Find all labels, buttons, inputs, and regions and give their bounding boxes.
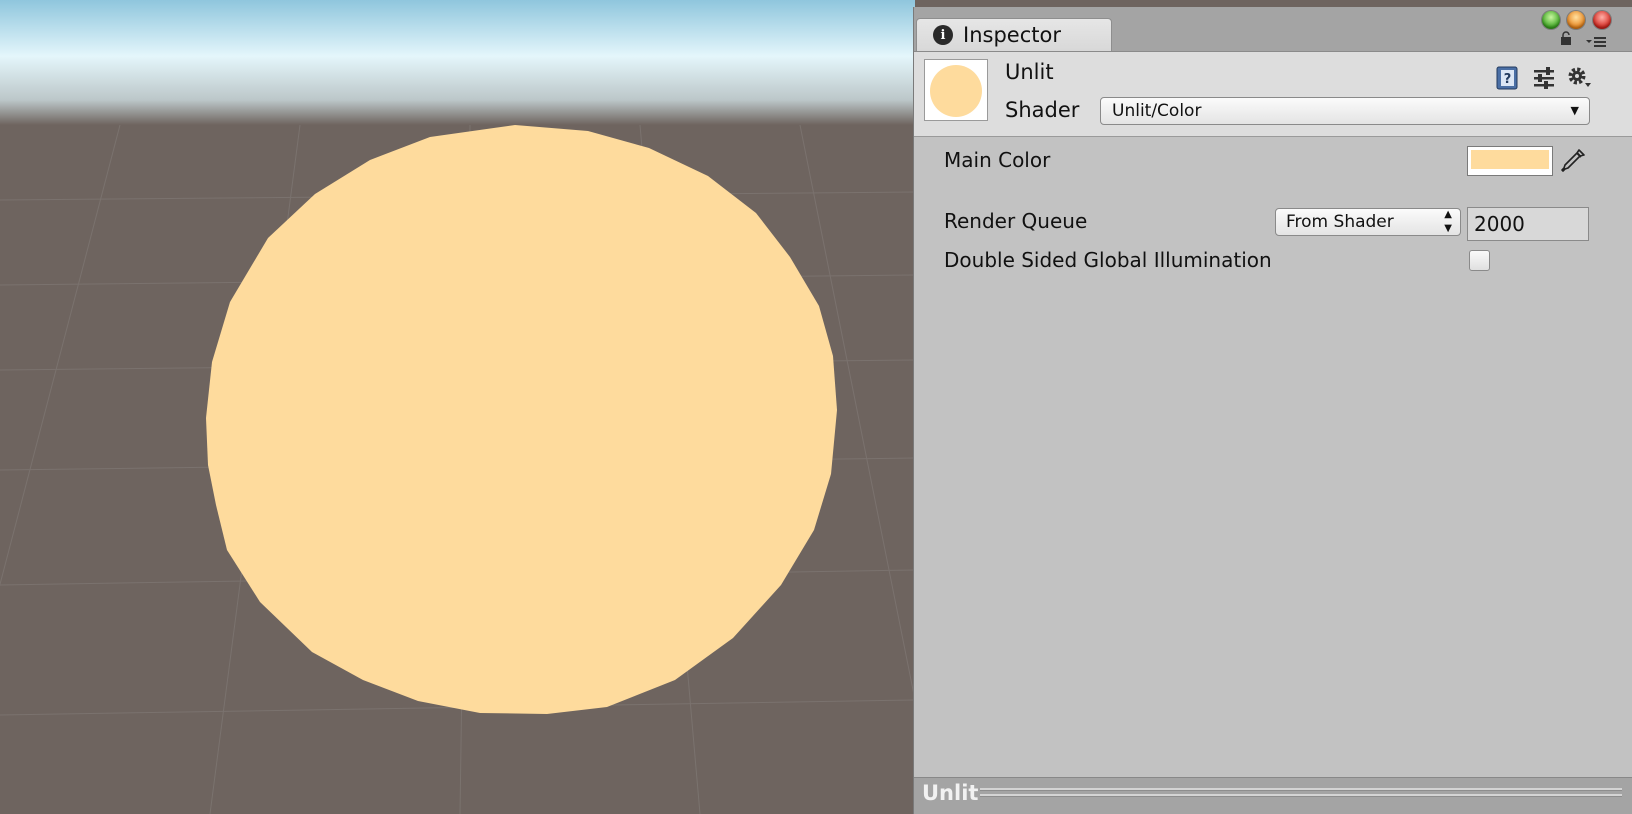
eyedropper-icon[interactable] [1559,147,1587,175]
material-name: Unlit [1005,60,1054,84]
material-preview [924,59,988,121]
shader-dropdown[interactable]: Unlit/Color ▼ [1100,97,1590,125]
tab-inspector[interactable]: i Inspector [916,18,1112,51]
tab-label: Inspector [963,23,1061,47]
resize-grip[interactable] [980,788,1622,800]
double-sided-gi-label: Double Sided Global Illumination [944,248,1272,272]
scene-canvas [0,0,915,814]
render-queue-dropdown[interactable]: From Shader ▲ ▼ [1275,208,1461,236]
footer-label: Unlit [922,781,979,805]
sphere [206,125,837,714]
maximize-button[interactable] [1542,11,1560,29]
render-queue-label: Render Queue [944,209,1088,233]
shader-value: Unlit/Color [1112,101,1202,121]
main-color-field[interactable] [1467,146,1553,176]
updown-arrows-icon: ▲ ▼ [1444,209,1452,234]
help-book-icon[interactable]: ? [1494,65,1520,91]
shader-label: Shader [1005,98,1080,122]
scene-viewport[interactable] [0,0,915,814]
main-color-label: Main Color [944,148,1051,172]
material-header: Unlit Shader Unlit/Color ▼ ? [914,52,1632,137]
lock-icon[interactable] [1560,31,1572,45]
inspector-titlebar: i Inspector [914,7,1632,52]
preview-footer[interactable]: Unlit [914,777,1632,814]
inspector-window: i Inspector Unlit Shader Unlit/Color ▼ ?… [913,7,1632,814]
close-button[interactable] [1593,11,1611,29]
render-queue-mode: From Shader [1286,212,1394,232]
sky [0,0,915,125]
svg-text:?: ? [1504,72,1512,87]
menu-icon[interactable] [1586,36,1606,48]
main-color-swatch [1471,150,1549,169]
double-sided-gi-checkbox[interactable] [1469,250,1490,271]
gear-icon[interactable] [1566,65,1592,91]
render-queue-input[interactable]: 2000 [1467,207,1589,241]
material-preview-sphere [930,65,982,117]
info-icon: i [933,25,953,45]
minimize-button[interactable] [1567,11,1585,29]
presets-icon[interactable] [1531,65,1557,91]
chevron-down-icon: ▼ [1570,104,1579,117]
